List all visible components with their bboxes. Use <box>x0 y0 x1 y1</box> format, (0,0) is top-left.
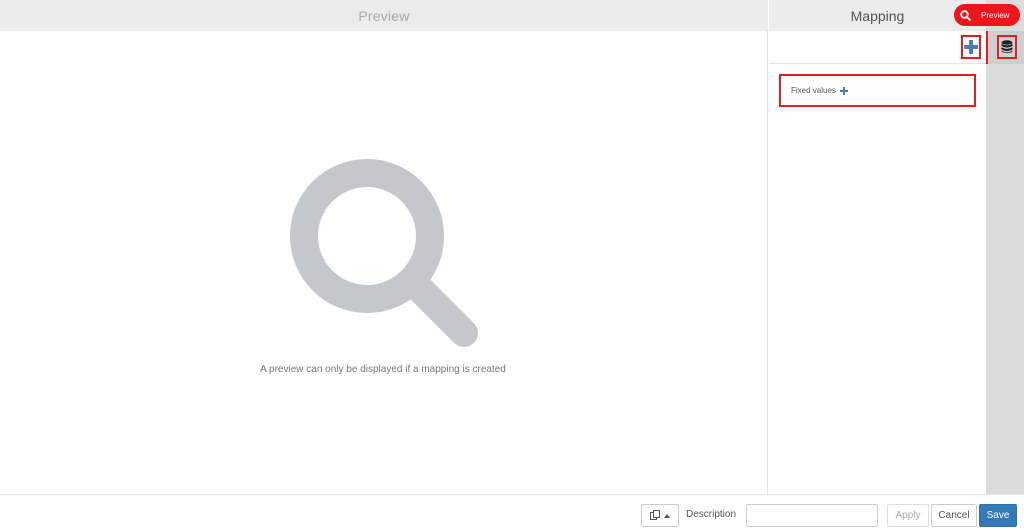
clipboard-icon <box>650 510 660 520</box>
plus-icon <box>964 40 978 54</box>
empty-preview-message: A preview can only be displayed if a map… <box>260 364 506 375</box>
rail-active-tab <box>986 31 1024 64</box>
mapping-title: Mapping <box>850 7 905 24</box>
preview-button-label: Preview <box>981 10 1010 20</box>
fixed-values-item[interactable]: Fixed values <box>779 74 976 107</box>
add-mapping-button[interactable] <box>961 35 981 59</box>
preview-pane: Preview A preview can only be displayed … <box>0 0 768 494</box>
save-button[interactable]: Save <box>979 504 1017 527</box>
plus-icon[interactable] <box>839 86 848 95</box>
right-rail <box>986 0 1024 494</box>
fixed-values-label: Fixed values <box>791 86 836 95</box>
mapping-pane: Mapping Fixed values <box>769 0 986 494</box>
preview-button[interactable]: Preview <box>954 4 1020 26</box>
description-input[interactable] <box>746 504 878 527</box>
search-icon <box>960 9 971 21</box>
preview-header: Preview <box>0 0 768 31</box>
apply-button[interactable]: Apply <box>887 504 929 527</box>
footer-bar: Description Apply Cancel Save <box>0 494 1024 530</box>
preview-title: Preview <box>358 7 410 24</box>
database-icon <box>1001 40 1013 54</box>
cancel-button[interactable]: Cancel <box>931 504 977 527</box>
clipboard-dropdown-button[interactable] <box>641 504 679 527</box>
mapping-toolbar <box>769 31 986 64</box>
caret-up-icon <box>664 513 670 518</box>
description-label: Description <box>686 509 737 520</box>
search-icon <box>290 159 478 347</box>
database-button[interactable] <box>997 35 1017 59</box>
